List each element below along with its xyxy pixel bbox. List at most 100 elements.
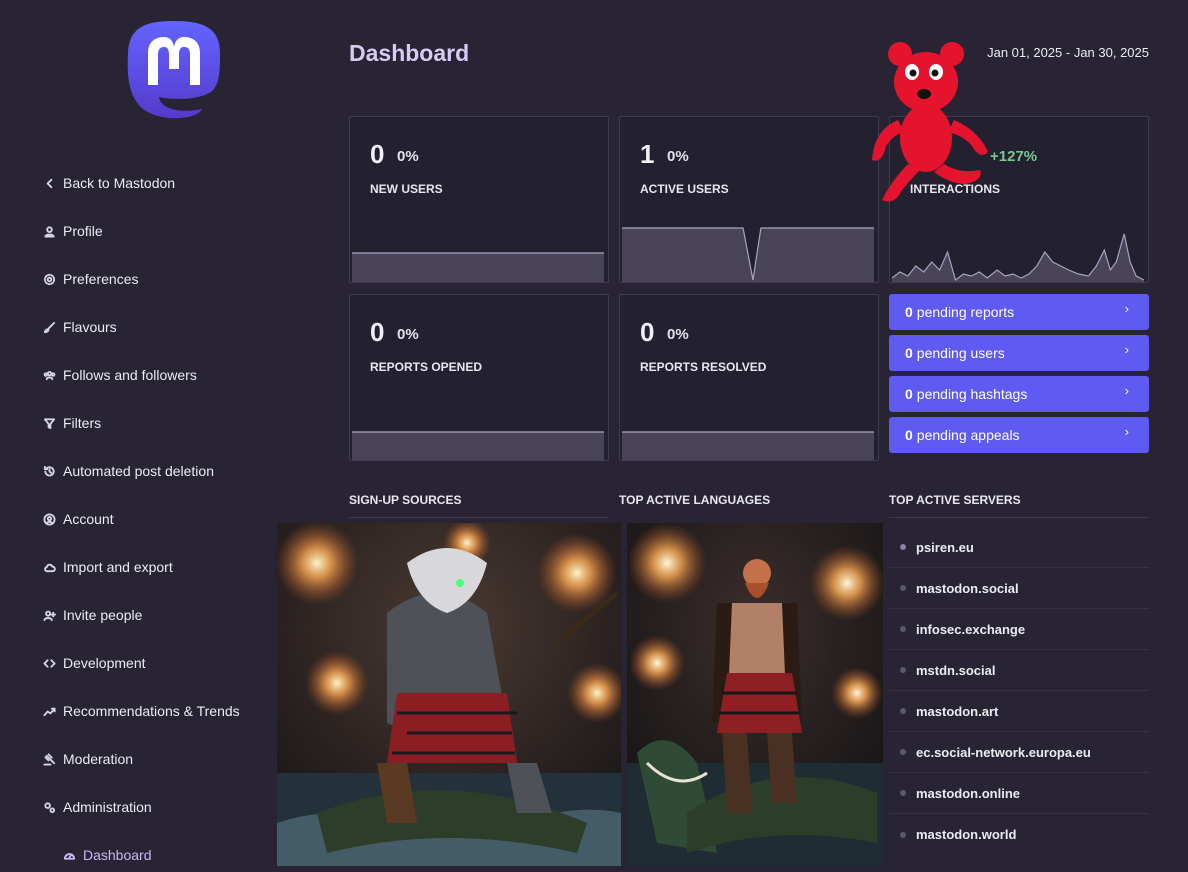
section-title-top-active-languages: TOP ACTIVE LANGUAGES	[619, 493, 771, 507]
metric-value: 0	[640, 317, 655, 347]
date-range: Jan 01, 2025 - Jan 30, 2025	[987, 45, 1149, 60]
chart-line-icon	[42, 704, 56, 718]
pending-count: 0	[905, 345, 913, 361]
chevron-right-icon: ›	[1124, 342, 1129, 357]
list-item[interactable]: psiren.eu	[889, 527, 1149, 568]
user-plus-icon	[42, 608, 56, 622]
history-icon	[42, 464, 56, 478]
server-name: mastodon.social	[916, 580, 1019, 596]
pending-count: 0	[905, 304, 913, 320]
pending-count: 0	[905, 386, 913, 402]
metric-change: 0%	[667, 326, 689, 343]
list-item[interactable]: ec.social-network.europa.eu	[889, 732, 1149, 773]
mastodon-logo[interactable]	[126, 19, 222, 121]
pending-users-button[interactable]: 0 pending users ›	[889, 335, 1149, 371]
brush-icon	[42, 320, 56, 334]
server-name: psiren.eu	[916, 539, 974, 555]
metric-change: 0%	[397, 148, 419, 165]
nav-label: Profile	[63, 223, 103, 239]
bullet-dot	[900, 585, 906, 591]
bullet-dot	[900, 667, 906, 673]
nav-follows-and-followers[interactable]: Follows and followers	[0, 351, 276, 399]
bullet-dot	[900, 544, 906, 550]
nav-recommendations-and-trends[interactable]: Recommendations & Trends	[0, 687, 276, 735]
server-name: mstdn.social	[916, 662, 996, 678]
main-content: Dashboard Jan 01, 2025 - Jan 30, 2025 0 …	[276, 0, 1188, 872]
nav-development[interactable]: Development	[0, 639, 276, 687]
chevron-left-icon	[42, 176, 56, 190]
bullet-dot	[900, 626, 906, 632]
metric-active-users[interactable]: 1 0% ACTIVE USERS	[619, 116, 879, 283]
pending-appeals-button[interactable]: 0 pending appeals ›	[889, 417, 1149, 453]
nav-label: Recommendations & Trends	[63, 703, 240, 719]
chevron-right-icon: ›	[1124, 383, 1129, 398]
nav-label: Follows and followers	[63, 367, 197, 383]
bullet-dot	[900, 708, 906, 714]
gear-icon	[42, 272, 56, 286]
metric-reports-resolved[interactable]: 0 0% REPORTS RESOLVED	[619, 294, 879, 461]
tachometer-icon	[62, 848, 76, 862]
nav-import-and-export[interactable]: Import and export	[0, 543, 276, 591]
user-circle-icon	[42, 512, 56, 526]
nav-back-to-mastodon[interactable]: Back to Mastodon	[0, 159, 276, 207]
nav-moderation[interactable]: Moderation	[0, 735, 276, 783]
nav-administration[interactable]: Administration	[0, 783, 276, 831]
users-icon	[42, 368, 56, 382]
sidebar-nav: Back to Mastodon Profile Preferences Fla…	[0, 159, 276, 872]
nav-invite-people[interactable]: Invite people	[0, 591, 276, 639]
nav-label: Development	[63, 655, 146, 671]
nav-flavours[interactable]: Flavours	[0, 303, 276, 351]
list-item[interactable]: mstdn.social	[889, 650, 1149, 691]
nav-preferences[interactable]: Preferences	[0, 255, 276, 303]
code-icon	[42, 656, 56, 670]
metric-change: 0%	[667, 148, 689, 165]
page-title: Dashboard	[349, 40, 470, 66]
metric-change: 0%	[397, 326, 419, 343]
fireworks-warrior-image	[627, 523, 883, 866]
metric-label: NEW USERS	[370, 182, 443, 196]
list-item[interactable]: infosec.exchange	[889, 609, 1149, 650]
pending-reports-button[interactable]: 0 pending reports ›	[889, 294, 1149, 330]
server-name: infosec.exchange	[916, 621, 1026, 637]
pending-hashtags-button[interactable]: 0 pending hashtags ›	[889, 376, 1149, 412]
metric-new-users[interactable]: 0 0% NEW USERS	[349, 116, 609, 283]
server-name: mastodon.online	[916, 785, 1020, 801]
pending-label: pending reports	[916, 304, 1015, 320]
nav-dashboard[interactable]: Dashboard	[0, 831, 276, 872]
user-icon	[42, 224, 56, 238]
pending-label: pending appeals	[916, 427, 1020, 443]
nav-profile[interactable]: Profile	[0, 207, 276, 255]
server-name: mastodon.world	[916, 827, 1017, 842]
nav-label: Account	[63, 511, 114, 527]
list-item[interactable]: mastodon.online	[889, 773, 1149, 814]
sidebar: Back to Mastodon Profile Preferences Fla…	[0, 0, 276, 872]
metric-value: 0	[370, 317, 385, 347]
chevron-right-icon: ›	[1124, 424, 1129, 439]
pending-count: 0	[905, 427, 913, 443]
fireworks-monster-image	[277, 523, 621, 866]
list-item[interactable]: mastodon.world	[889, 814, 1149, 855]
metric-change: +127%	[990, 148, 1038, 165]
list-item[interactable]: mastodon.art	[889, 691, 1149, 732]
server-name: ec.social-network.europa.eu	[916, 744, 1091, 760]
sparkline	[351, 252, 605, 282]
sparkline	[351, 431, 605, 460]
nav-label: Flavours	[63, 319, 117, 335]
sparkline	[621, 431, 875, 460]
nav-filters[interactable]: Filters	[0, 399, 276, 447]
nav-label: Moderation	[63, 751, 134, 767]
nav-automated-post-deletion[interactable]: Automated post deletion	[0, 447, 276, 495]
chevron-right-icon: ›	[1124, 301, 1129, 316]
section-title-signup-sources: SIGN-UP SOURCES	[349, 493, 462, 507]
list-item[interactable]: mastodon.social	[889, 568, 1149, 609]
pending-label: pending hashtags	[916, 386, 1028, 402]
nav-account[interactable]: Account	[0, 495, 276, 543]
metric-reports-opened[interactable]: 0 0% REPORTS OPENED	[349, 294, 609, 461]
cloud-icon	[42, 560, 56, 574]
section-title-top-active-servers: TOP ACTIVE SERVERS	[889, 493, 1021, 507]
gavel-icon	[42, 752, 56, 766]
metric-label: REPORTS OPENED	[370, 360, 483, 374]
divider	[889, 517, 1149, 518]
filter-icon	[42, 416, 56, 430]
sparkline	[891, 233, 1145, 282]
